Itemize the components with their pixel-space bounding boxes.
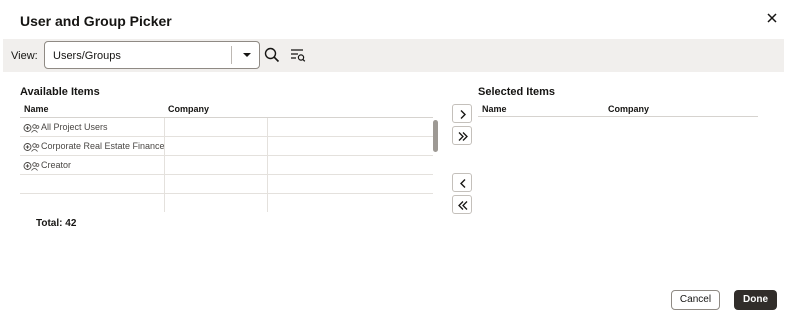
cancel-button[interactable]: Cancel — [671, 290, 720, 310]
add-selected-button[interactable] — [452, 104, 472, 123]
add-all-button[interactable] — [452, 126, 472, 145]
selected-items-table — [478, 116, 758, 117]
available-items-table: All Project Users Corporate Real Estate … — [20, 117, 433, 213]
column-divider — [164, 156, 165, 174]
column-divider — [164, 137, 165, 155]
double-chevron-left-icon — [458, 201, 468, 210]
dialog-title: User and Group Picker — [20, 13, 172, 29]
column-divider — [267, 194, 268, 212]
selected-items-title: Selected Items — [478, 86, 556, 98]
table-row[interactable] — [20, 175, 433, 194]
available-scrollbar[interactable] — [433, 120, 438, 152]
available-column-name[interactable]: Name — [24, 104, 49, 114]
expand-group-icon[interactable] — [23, 140, 41, 152]
available-items-title: Available Items — [20, 86, 100, 98]
column-divider — [267, 137, 268, 155]
expand-group-icon[interactable] — [23, 159, 41, 171]
expand-group-icon[interactable] — [23, 121, 41, 133]
search-icon[interactable] — [263, 46, 281, 64]
close-icon[interactable] — [762, 8, 782, 28]
selected-column-company[interactable]: Company — [608, 104, 649, 114]
user-group-picker-dialog: User and Group Picker View: Users/Groups… — [0, 0, 788, 320]
row-name: All Project Users — [41, 122, 108, 132]
selected-column-name[interactable]: Name — [482, 104, 507, 114]
view-label: View: — [11, 50, 38, 62]
caret-down-icon[interactable] — [237, 44, 257, 66]
available-column-company[interactable]: Company — [168, 104, 209, 114]
filter-list-icon[interactable] — [289, 46, 307, 64]
column-divider — [267, 118, 268, 136]
column-divider — [267, 175, 268, 193]
remove-selected-button[interactable] — [452, 173, 472, 192]
view-toolbar: View: Users/Groups — [3, 39, 784, 72]
column-divider — [164, 194, 165, 212]
row-name: Corporate Real Estate Finance — [41, 141, 165, 151]
column-divider — [164, 118, 165, 136]
done-button[interactable]: Done — [734, 290, 777, 310]
table-row[interactable]: Creator — [20, 156, 433, 175]
view-select-value: Users/Groups — [53, 50, 121, 62]
row-name: Creator — [41, 160, 72, 170]
chevron-right-icon — [460, 110, 466, 119]
view-select[interactable]: Users/Groups — [44, 41, 260, 69]
column-divider — [164, 175, 165, 193]
remove-all-button[interactable] — [452, 195, 472, 214]
double-chevron-right-icon — [458, 132, 468, 141]
total-count: Total: 42 — [36, 218, 77, 229]
select-divider — [231, 46, 232, 64]
table-row[interactable] — [20, 194, 433, 213]
table-row[interactable]: Corporate Real Estate Finance — [20, 137, 433, 156]
chevron-left-icon — [460, 179, 466, 188]
table-row[interactable]: All Project Users — [20, 118, 433, 137]
column-divider — [267, 156, 268, 174]
